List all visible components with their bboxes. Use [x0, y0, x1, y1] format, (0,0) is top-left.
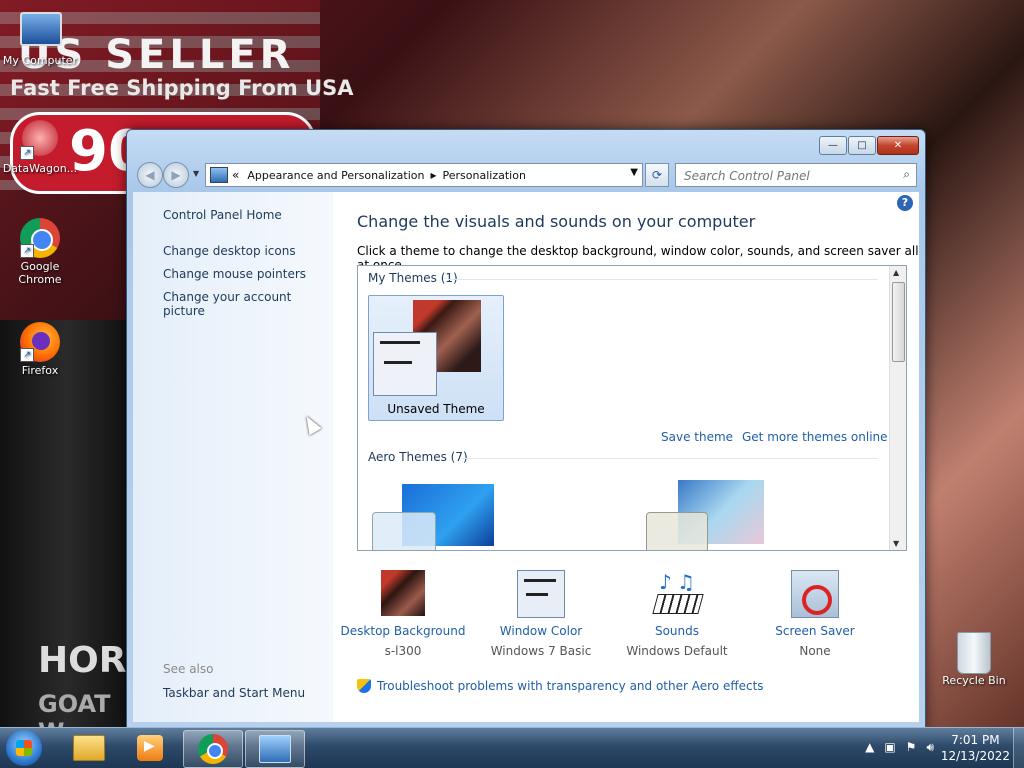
window-color-value: Windows 7 Basic — [490, 644, 592, 658]
shortcut-arrow-icon: ↗ — [20, 348, 34, 362]
window-controls: — □ ✕ — [819, 136, 919, 155]
save-theme-link[interactable]: Save theme — [661, 430, 733, 444]
shield-icon — [357, 679, 371, 693]
control-panel-icon — [210, 167, 228, 183]
theme-window-thumbnail — [373, 332, 437, 396]
control-panel-home-link[interactable]: Control Panel Home — [163, 208, 282, 222]
close-button[interactable]: ✕ — [877, 136, 919, 155]
media-player-icon — [137, 735, 163, 761]
help-icon[interactable]: ? — [897, 195, 913, 211]
show-hidden-icons-icon[interactable]: ▲ — [865, 740, 874, 755]
screen-saver-icon — [791, 570, 839, 618]
show-desktop-button[interactable] — [1013, 728, 1024, 768]
search-input[interactable] — [682, 166, 886, 186]
group-divider — [448, 279, 878, 280]
sounds-setting[interactable]: ♪ ♫ Sounds Windows Default — [607, 570, 747, 658]
desktop-icon-my-computer[interactable]: My Computer — [0, 12, 80, 67]
forward-button[interactable]: ▶ — [163, 162, 189, 188]
taskbar-control-panel[interactable] — [245, 730, 305, 768]
clock-date: 12/13/2022 — [940, 749, 1010, 763]
breadcrumb-separator[interactable]: ▸ — [430, 168, 436, 182]
sounds-icon: ♪ ♫ — [652, 570, 704, 616]
taskbar-chrome[interactable] — [183, 730, 243, 768]
control-panel-icon — [259, 735, 291, 763]
desktop-background-label[interactable]: Desktop Background — [333, 624, 473, 638]
desktop-icon-firefox[interactable]: ↗ Firefox — [0, 322, 80, 377]
taskbar-explorer[interactable] — [60, 730, 118, 766]
troubleshoot-link-row[interactable]: Troubleshoot problems with transparency … — [357, 679, 764, 693]
taskbar-start-menu-link[interactable]: Taskbar and Start Menu — [163, 686, 305, 700]
search-box[interactable]: ⌕ — [675, 163, 917, 187]
desktop-background-setting[interactable]: Desktop Background s-l300 — [333, 570, 473, 658]
volume-icon[interactable]: 🔊︎ — [926, 740, 934, 755]
personalization-window: — □ ✕ ◀ ▶ ▼ « Appearance and Personaliza… — [126, 129, 926, 729]
back-button[interactable]: ◀ — [137, 162, 163, 188]
search-icon[interactable]: ⌕ — [903, 167, 910, 182]
group-divider — [462, 458, 878, 459]
address-dropdown-icon[interactable]: ▼ — [630, 167, 638, 178]
theme-window-thumbnail — [646, 512, 708, 550]
chrome-icon — [198, 734, 228, 764]
screen-saver-label[interactable]: Screen Saver — [745, 624, 885, 638]
start-button[interactable] — [6, 730, 42, 766]
folder-icon — [73, 735, 105, 761]
taskbar-media-player[interactable] — [121, 730, 179, 766]
left-navigation-pane: Control Panel Home Change desktop icons … — [133, 192, 333, 722]
window-color-icon — [517, 570, 565, 618]
theme-settings: Desktop Background s-l300 Window Color W… — [333, 570, 919, 660]
theme-name: Unsaved Theme — [387, 402, 485, 416]
scroll-up-icon[interactable]: ▲ — [893, 268, 899, 277]
address-bar[interactable]: « Appearance and Personalization ▸ Perso… — [205, 163, 643, 187]
get-more-themes-link[interactable]: Get more themes online — [742, 430, 888, 444]
window-color-label[interactable]: Window Color — [471, 624, 611, 638]
scroll-down-icon[interactable]: ▼ — [893, 539, 899, 548]
network-icon[interactable]: ▣ — [884, 740, 895, 755]
window-body: Control Panel Home Change desktop icons … — [133, 192, 919, 722]
maximize-button[interactable]: □ — [848, 136, 876, 155]
refresh-button[interactable]: ⟳ — [645, 163, 669, 187]
system-tray: ▲ ▣ ⚑ 🔊︎ — [865, 740, 934, 755]
breadcrumb-item[interactable]: Appearance and Personalization — [247, 169, 424, 182]
theme-window-thumbnail — [372, 512, 436, 550]
main-content: ? Change the visuals and sounds on your … — [333, 192, 919, 722]
action-center-icon[interactable]: ⚑ — [906, 740, 917, 755]
theme-unsaved[interactable]: Unsaved Theme — [368, 295, 504, 421]
scrollbar-thumb[interactable] — [892, 282, 905, 362]
change-desktop-icons-link[interactable]: Change desktop icons — [163, 244, 296, 258]
recycle-bin-icon — [957, 632, 991, 674]
change-mouse-pointers-link[interactable]: Change mouse pointers — [163, 267, 306, 281]
change-account-picture-link[interactable]: Change your account picture — [163, 290, 333, 318]
wallpaper-subtext: Fast Free Shipping From USA — [10, 76, 354, 100]
recent-pages-dropdown[interactable]: ▼ — [193, 169, 203, 179]
troubleshoot-link[interactable]: Troubleshoot problems with transparency … — [377, 679, 764, 693]
clock[interactable]: 7:01 PM 12/13/2022 — [941, 732, 1010, 764]
wallpaper-product: HORGOAT W — [0, 320, 130, 746]
computer-icon — [20, 12, 62, 46]
screen-saver-setting[interactable]: Screen Saver None — [745, 570, 885, 658]
see-also-label: See also — [163, 662, 214, 676]
shortcut-arrow-icon: ↗ — [20, 146, 34, 160]
navigation-bar: ◀ ▶ ▼ « Appearance and Personalization ▸… — [135, 162, 917, 188]
clock-time: 7:01 PM — [951, 733, 1000, 747]
theme-list-scrollbar[interactable]: ▲ ▼ — [889, 266, 906, 550]
sounds-value: Windows Default — [626, 644, 728, 658]
minimize-button[interactable]: — — [819, 136, 847, 155]
desktop-icon-chrome[interactable]: ↗ Google Chrome — [0, 218, 80, 286]
shortcut-arrow-icon: ↗ — [20, 244, 34, 258]
desktop-background-icon — [381, 570, 425, 616]
sounds-label[interactable]: Sounds — [607, 624, 747, 638]
aero-themes-label: Aero Themes (7) — [368, 450, 468, 464]
breadcrumb-prefix[interactable]: « — [232, 168, 239, 182]
theme-list: My Themes (1) Unsaved Theme Save theme G… — [357, 265, 907, 551]
desktop-icon-datawagon[interactable]: ↗ DataWagon... — [0, 120, 80, 175]
desktop-icon-recycle-bin[interactable]: Recycle Bin — [934, 632, 1014, 687]
breadcrumb-item-current[interactable]: Personalization — [443, 169, 526, 182]
page-title: Change the visuals and sounds on your co… — [357, 212, 756, 231]
window-color-setting[interactable]: Window Color Windows 7 Basic — [471, 570, 611, 658]
screen-saver-value: None — [799, 644, 831, 658]
my-themes-label: My Themes (1) — [368, 271, 458, 285]
taskbar: ▲ ▣ ⚑ 🔊︎ 7:01 PM 12/13/2022 — [0, 727, 1024, 768]
desktop-background-value: s-l300 — [384, 644, 422, 658]
